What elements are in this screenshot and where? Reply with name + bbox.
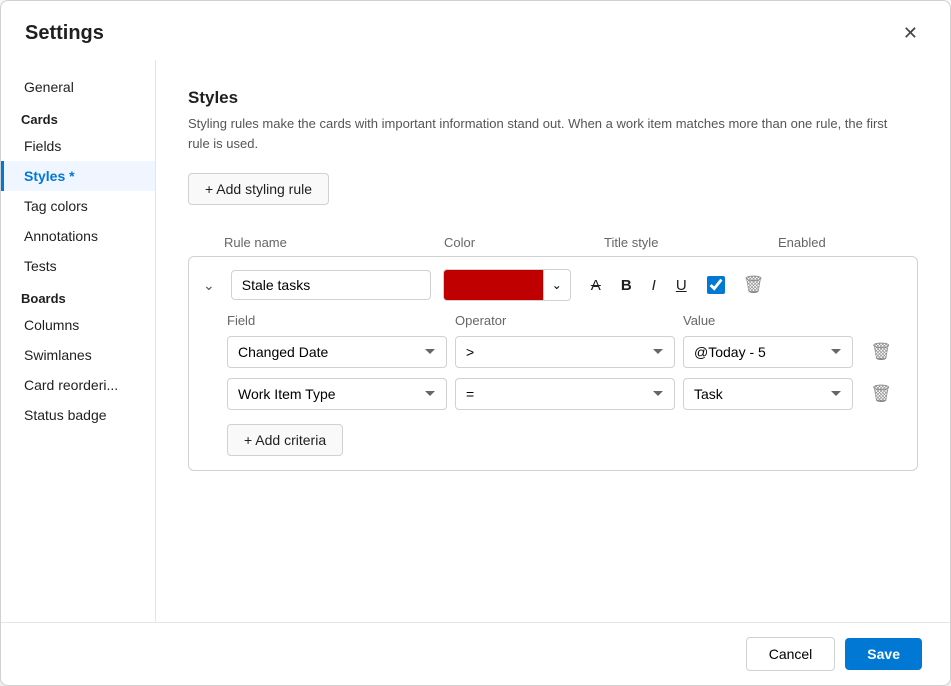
criteria-header-actions [861,313,901,328]
sidebar-item-swimlanes[interactable]: Swimlanes [1,340,155,370]
criteria-section: Field Operator Value Changed Date Work I… [199,313,901,456]
sidebar-item-tests[interactable]: Tests [1,251,155,281]
header-color: Color [444,235,604,250]
table-header: Rule name Color Title style Enabled [188,229,918,256]
underline-button[interactable]: U [668,272,695,299]
bold-button[interactable]: B [613,272,640,299]
sidebar-item-styles[interactable]: Styles * [1,161,155,191]
header-rule-name: Rule name [224,235,444,250]
sidebar-item-columns[interactable]: Columns [1,310,155,340]
sidebar-section-cards: Cards [1,102,155,131]
criteria-header: Field Operator Value [227,313,901,328]
dialog-header: Settings ✕ [1,1,950,60]
color-picker-group: ⌄ [443,269,571,301]
sidebar-item-card-reordering[interactable]: Card reorderi... [1,370,155,400]
criteria-row: Changed Date Work Item Type Title Assign… [227,336,901,368]
save-button[interactable]: Save [845,638,922,670]
criteria-row: Changed Date Work Item Type Title Assign… [227,378,901,410]
sidebar: General Cards Fields Styles * Tag colors… [1,60,156,622]
delete-rule-button[interactable]: 🗑 [737,271,771,299]
header-actions [878,235,918,250]
sidebar-item-fields[interactable]: Fields [1,131,155,161]
sidebar-item-tag-colors[interactable]: Tag colors [1,191,155,221]
criteria-header-value: Value [683,313,853,328]
value-select-2[interactable]: Task Bug User Story Feature Epic [683,378,853,410]
enabled-checkbox[interactable] [707,276,725,294]
operator-select-1[interactable]: > < = >= <= <> [455,336,675,368]
criteria-header-operator: Operator [455,313,675,328]
settings-dialog: Settings ✕ General Cards Fields Styles *… [0,0,951,686]
delete-criteria-2-button[interactable]: 🗑 [861,380,901,408]
dialog-footer: Cancel Save [1,622,950,685]
sidebar-item-status-badge[interactable]: Status badge [1,400,155,430]
section-desc: Styling rules make the cards with import… [188,114,888,153]
operator-select-2[interactable]: = <> In Not In [455,378,675,410]
title-style-group: A B I U [583,272,695,299]
dialog-title: Settings [25,22,104,45]
sidebar-item-general[interactable]: General [1,72,155,102]
delete-criteria-1-button[interactable]: 🗑 [861,338,901,366]
section-title: Styles [188,88,918,108]
color-swatch[interactable] [443,269,543,301]
sidebar-section-boards: Boards [1,281,155,310]
add-criteria-button[interactable]: + Add criteria [227,424,343,456]
close-button[interactable]: ✕ [895,19,926,48]
header-title-style: Title style [604,235,778,250]
rule-row: ⌄ ⌄ A B I U 🗑 [188,256,918,471]
field-select-2[interactable]: Changed Date Work Item Type Title Assign… [227,378,447,410]
header-enabled: Enabled [778,235,878,250]
criteria-header-field: Field [227,313,447,328]
color-dropdown-button[interactable]: ⌄ [543,269,571,301]
main-content: Styles Styling rules make the cards with… [156,60,950,622]
italic-button[interactable]: I [644,272,664,299]
cancel-button[interactable]: Cancel [746,637,836,671]
add-rule-button[interactable]: + Add styling rule [188,173,329,205]
strikethrough-button[interactable]: A [583,272,609,299]
rule-main: ⌄ ⌄ A B I U 🗑 [199,269,901,301]
collapse-button[interactable]: ⌄ [199,275,219,296]
rule-name-input[interactable] [231,270,431,300]
dialog-body: General Cards Fields Styles * Tag colors… [1,60,950,622]
field-select-1[interactable]: Changed Date Work Item Type Title Assign… [227,336,447,368]
value-select-1[interactable]: @Today - 5 @Today @Today - 1 @Today - 7 [683,336,853,368]
sidebar-item-annotations[interactable]: Annotations [1,221,155,251]
